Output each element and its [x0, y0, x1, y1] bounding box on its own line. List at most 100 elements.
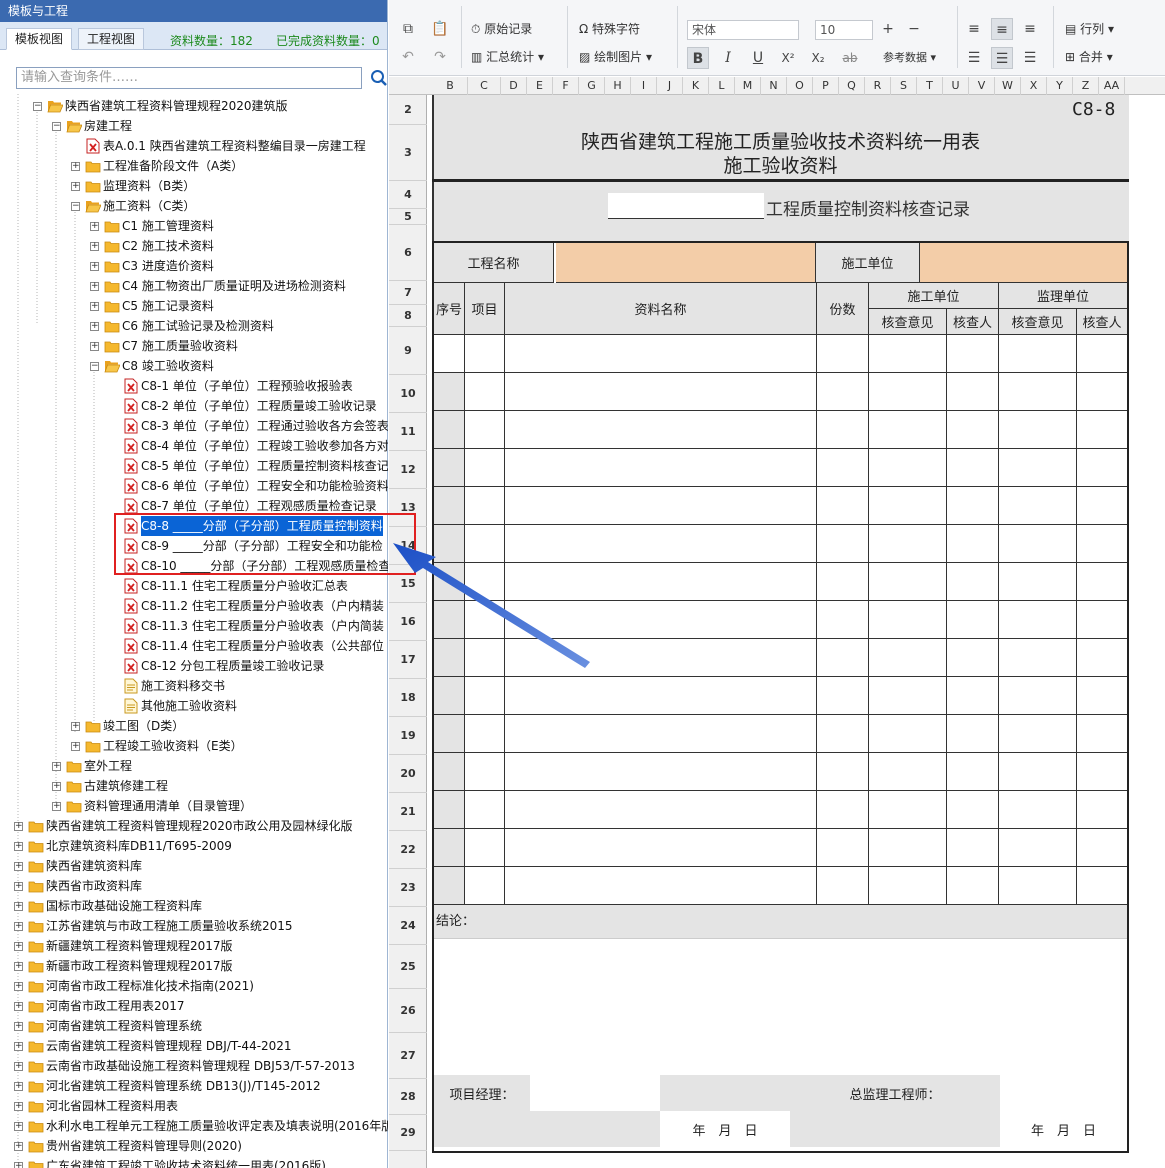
- row-header-cell[interactable]: 28: [389, 1079, 427, 1115]
- table-cell[interactable]: [869, 335, 947, 373]
- row-header-cell[interactable]: 19: [389, 717, 427, 755]
- expand-icon[interactable]: +: [14, 1102, 23, 1111]
- tree-node[interactable]: C8-11.2 住宅工程质量分户验收表（户内精装: [0, 596, 388, 616]
- tree-node[interactable]: − 陕西省建筑工程资料管理规程2020建筑版: [0, 96, 388, 116]
- table-cell[interactable]: [947, 601, 999, 639]
- table-cell[interactable]: [947, 335, 999, 373]
- table-cell[interactable]: [465, 791, 505, 829]
- expand-icon[interactable]: +: [14, 1162, 23, 1168]
- tree-node[interactable]: C8-11.1 住宅工程质量分户验收汇总表: [0, 576, 388, 596]
- table-cell[interactable]: [505, 335, 817, 373]
- table-cell[interactable]: [465, 867, 505, 905]
- special-char-button[interactable]: Ω 特殊字符: [579, 18, 640, 40]
- expand-icon[interactable]: +: [14, 822, 23, 831]
- tree-node[interactable]: C8-3 单位（子单位）工程通过验收各方会签表: [0, 416, 388, 436]
- project-manager-input[interactable]: [530, 1075, 660, 1111]
- decrease-font-icon[interactable]: −: [903, 18, 925, 40]
- collapse-icon[interactable]: −: [90, 362, 99, 371]
- table-cell[interactable]: [999, 335, 1077, 373]
- underline-button[interactable]: U: [747, 47, 769, 69]
- column-header-cell[interactable]: O: [787, 77, 813, 95]
- row-header-cell[interactable]: 7: [389, 281, 427, 305]
- table-cell[interactable]: [1077, 525, 1127, 563]
- table-cell[interactable]: [1077, 373, 1127, 411]
- table-cell[interactable]: [505, 411, 817, 449]
- tree-node[interactable]: + 陕西省建筑工程资料管理规程2020市政公用及园林绿化版: [0, 816, 388, 836]
- table-cell[interactable]: [505, 601, 817, 639]
- tree-node[interactable]: + C6 施工试验记录及检测资料: [0, 316, 388, 336]
- table-cell[interactable]: [434, 753, 465, 791]
- table-cell[interactable]: [817, 867, 869, 905]
- reference-data-button[interactable]: 参考数据 ▾: [883, 47, 936, 69]
- table-cell[interactable]: [465, 525, 505, 563]
- table-cell[interactable]: [434, 715, 465, 753]
- table-cell[interactable]: [505, 639, 817, 677]
- table-cell[interactable]: [947, 487, 999, 525]
- tree-node[interactable]: + C4 施工物资出厂质量证明及进场检测资料: [0, 276, 388, 296]
- tree-node[interactable]: + 广东省建筑工程竣工验收技术资料统一用表(2016版): [0, 1156, 388, 1168]
- align-right-icon[interactable]: ☰: [1019, 47, 1041, 69]
- conclusion-input[interactable]: [434, 939, 1127, 1075]
- table-cell[interactable]: [434, 791, 465, 829]
- table-cell[interactable]: [999, 715, 1077, 753]
- row-header-cell[interactable]: 3: [389, 125, 427, 181]
- align-center-icon[interactable]: ☰: [991, 47, 1013, 69]
- table-cell[interactable]: [1077, 829, 1127, 867]
- table-cell[interactable]: [1077, 411, 1127, 449]
- expand-icon[interactable]: +: [71, 162, 80, 171]
- table-cell[interactable]: [999, 411, 1077, 449]
- construction-unit-input[interactable]: [920, 243, 1127, 283]
- tree-node[interactable]: C8-2 单位（子单位）工程质量竣工验收记录: [0, 396, 388, 416]
- tree-node[interactable]: + 竣工图（D类）: [0, 716, 388, 736]
- table-cell[interactable]: [999, 867, 1077, 905]
- row-header-cell[interactable]: 12: [389, 451, 427, 489]
- table-cell[interactable]: [465, 373, 505, 411]
- align-bottom-icon[interactable]: ≡: [1019, 18, 1041, 40]
- align-left-icon[interactable]: ☰: [963, 47, 985, 69]
- expand-icon[interactable]: +: [71, 182, 80, 191]
- bold-button[interactable]: B: [687, 47, 709, 69]
- table-cell[interactable]: [999, 791, 1077, 829]
- strikethrough-button[interactable]: ab: [839, 47, 861, 69]
- table-cell[interactable]: [505, 487, 817, 525]
- column-header-cell[interactable]: W: [995, 77, 1021, 95]
- increase-font-icon[interactable]: +: [877, 18, 899, 40]
- table-cell[interactable]: [947, 867, 999, 905]
- table-cell[interactable]: [434, 601, 465, 639]
- table-cell[interactable]: [465, 753, 505, 791]
- row-header-cell[interactable]: 24: [389, 907, 427, 945]
- paste-icon[interactable]: 📋: [429, 18, 451, 40]
- align-middle-icon[interactable]: ≡: [991, 18, 1013, 40]
- column-header-cell[interactable]: D: [501, 77, 527, 95]
- table-cell[interactable]: [1077, 677, 1127, 715]
- table-cell[interactable]: [817, 677, 869, 715]
- table-cell[interactable]: [434, 449, 465, 487]
- table-cell[interactable]: [869, 753, 947, 791]
- row-header-cell[interactable]: 21: [389, 793, 427, 831]
- tree-node[interactable]: C8-5 单位（子单位）工程质量控制资料核查记: [0, 456, 388, 476]
- column-header-cell[interactable]: B: [433, 77, 468, 95]
- table-cell[interactable]: [1077, 639, 1127, 677]
- table-cell[interactable]: [434, 335, 465, 373]
- tree-node[interactable]: + 河南省市政工程标准化技术指南(2021): [0, 976, 388, 996]
- superscript-button[interactable]: X²: [777, 47, 799, 69]
- table-cell[interactable]: [999, 487, 1077, 525]
- table-cell[interactable]: [505, 867, 817, 905]
- table-cell[interactable]: [817, 335, 869, 373]
- expand-icon[interactable]: +: [14, 942, 23, 951]
- redo-icon[interactable]: ↷: [429, 46, 451, 68]
- expand-icon[interactable]: +: [71, 722, 80, 731]
- search-icon[interactable]: [370, 69, 388, 87]
- draw-image-button[interactable]: ▨ 绘制图片 ▾: [579, 46, 652, 68]
- tree-node[interactable]: + 北京建筑资料库DB11/T695-2009: [0, 836, 388, 856]
- table-cell[interactable]: [434, 373, 465, 411]
- collapse-icon[interactable]: −: [71, 202, 80, 211]
- column-header-cell[interactable]: C: [468, 77, 501, 95]
- tree-node[interactable]: C8-4 单位（子单位）工程竣工验收参加各方对: [0, 436, 388, 456]
- table-cell[interactable]: [817, 487, 869, 525]
- table-cell[interactable]: [434, 829, 465, 867]
- column-header-cell[interactable]: K: [683, 77, 709, 95]
- tree-node[interactable]: − 施工资料（C类）: [0, 196, 388, 216]
- column-header-cell[interactable]: G: [579, 77, 605, 95]
- row-header-cell[interactable]: 20: [389, 755, 427, 793]
